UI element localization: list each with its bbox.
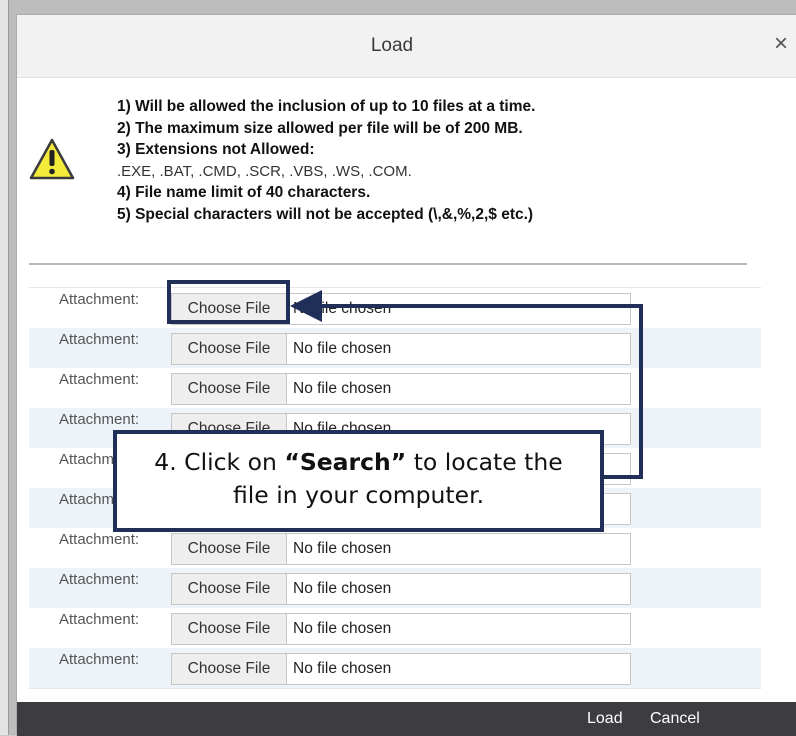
attachment-label: Attachment: (59, 651, 140, 668)
choose-file-button[interactable]: Choose File (171, 533, 287, 565)
load-button[interactable]: Load (587, 710, 623, 728)
callout-line-2: file in your computer. (232, 481, 485, 509)
choose-file-button[interactable]: Choose File (171, 573, 287, 605)
choose-file-button[interactable]: Choose File (171, 373, 287, 405)
attachment-label: Attachment: (59, 571, 140, 588)
attachment-row: Attachment: Choose FileNo file chosen (29, 528, 761, 568)
rule-item: 1) Will be allowed the inclusion of up t… (117, 98, 536, 115)
callout-keyword: “Search” (284, 448, 407, 476)
attachment-row: Attachment:Choose FileNo file chosen (29, 288, 761, 328)
attachment-label: Attachment: (59, 411, 140, 428)
choose-file-button[interactable]: Choose File (171, 653, 287, 685)
attachment-label: Attachment: (59, 531, 140, 548)
attachment-row: Attachment: Choose FileNo file chosen (29, 648, 761, 688)
dialog-footer: Load Cancel (17, 702, 796, 736)
attachment-row: Attachment: Choose FileNo file chosen (29, 328, 761, 368)
attachment-label: Attachment: (59, 611, 140, 628)
attachment-label: Attachment: (59, 291, 140, 308)
attachment-label: Attachment: (59, 331, 140, 348)
close-icon[interactable]: × (769, 31, 793, 57)
upload-rules-list: 1) Will be allowed the inclusion of up t… (117, 96, 757, 225)
file-name-field: No file chosen (287, 373, 631, 405)
callout-prefix: 4. Click on (154, 448, 285, 476)
choose-file-button[interactable]: Choose File (171, 333, 287, 365)
attachment-row: Attachment: Choose FileNo file chosen (29, 608, 761, 648)
choose-file-button[interactable]: Choose File (171, 613, 287, 645)
section-divider (29, 263, 747, 265)
choose-file-highlight (167, 280, 290, 324)
load-dialog: Load × 1) Will be allowed the inclusion … (16, 14, 796, 736)
file-name-field: No file chosen (287, 613, 631, 645)
instruction-callout: 4. Click on “Search” to locate the file … (113, 430, 604, 532)
callout-suffix: to locate the (406, 448, 563, 476)
file-name-field: No file chosen (287, 573, 631, 605)
attachment-label: Attachment: (59, 371, 140, 388)
attachment-row: Attachment: Choose FileNo file chosen (29, 568, 761, 608)
file-name-field: No file chosen (287, 333, 631, 365)
file-name-field: No file chosen (287, 293, 631, 325)
attachment-row: Attachment: Choose FileNo file chosen (29, 368, 761, 408)
rule-item: 4) File name limit of 40 characters. (117, 184, 371, 201)
dialog-header: Load × (17, 15, 796, 78)
file-name-field: No file chosen (287, 533, 631, 565)
rule-item: 5) Special characters will not be accept… (117, 205, 534, 223)
rule-item: 3) Extensions not Allowed: (117, 141, 315, 158)
cancel-button[interactable]: Cancel (650, 710, 700, 728)
file-name-field: No file chosen (287, 653, 631, 685)
dialog-title: Load (370, 35, 414, 56)
background-page-edge (0, 0, 9, 735)
rule-item: .EXE, .BAT, .CMD, .SCR, .VBS, .WS, .COM. (117, 162, 412, 180)
rule-item: 2) The maximum size allowed per file wil… (117, 119, 523, 137)
warning-triangle-icon (29, 138, 75, 180)
